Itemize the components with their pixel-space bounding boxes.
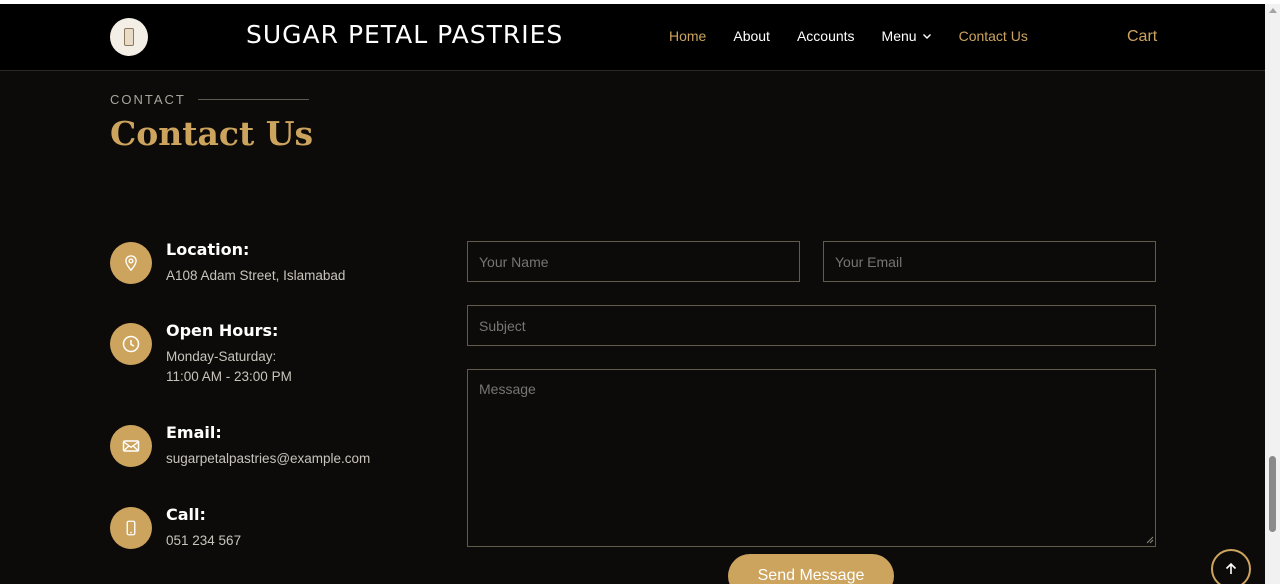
email-address[interactable]: sugarpetalpastries@example.com <box>166 449 370 469</box>
subject-input[interactable] <box>467 305 1156 346</box>
name-input[interactable] <box>467 241 800 282</box>
clock-icon <box>110 323 152 365</box>
cart-link[interactable]: Cart <box>1127 28 1157 46</box>
email-title: Email: <box>166 423 222 442</box>
message-textarea[interactable] <box>467 369 1156 547</box>
section-divider <box>198 99 309 100</box>
scroll-up-arrow-icon[interactable] <box>1269 8 1277 13</box>
resize-grip-icon[interactable] <box>1146 536 1154 544</box>
back-to-top-button[interactable] <box>1211 549 1251 584</box>
envelope-icon <box>110 425 152 467</box>
main-nav: Home About Accounts Menu Contact Us <box>669 28 1055 44</box>
hours-days: Monday-Saturday: <box>166 349 277 364</box>
send-message-button[interactable]: Send Message <box>728 554 894 584</box>
nav-menu[interactable]: Menu <box>882 28 932 44</box>
cake-logo-icon <box>124 28 134 46</box>
page-scrollbar[interactable] <box>1265 4 1280 584</box>
site-logo[interactable] <box>110 18 148 56</box>
nav-menu-label: Menu <box>881 28 917 44</box>
phone-icon <box>110 507 152 549</box>
phone-number[interactable]: 051 234 567 <box>166 531 241 551</box>
location-text: A108 Adam Street, Islamabad <box>166 268 346 283</box>
hours-time: 11:00 AM - 23:00 PM <box>166 369 292 384</box>
chevron-down-icon <box>922 34 931 39</box>
map-pin-icon <box>110 242 152 284</box>
site-title[interactable]: SUGAR PETAL PASTRIES <box>246 20 563 49</box>
location-title: Location: <box>166 240 250 259</box>
nav-about[interactable]: About <box>733 28 770 44</box>
section-eyebrow: CONTACT <box>110 92 186 107</box>
nav-home[interactable]: Home <box>669 28 706 44</box>
hours-title: Open Hours: <box>166 321 279 340</box>
phone-title: Call: <box>166 505 206 524</box>
arrow-up-icon <box>1225 562 1237 574</box>
page-title: Contact Us <box>110 114 314 153</box>
nav-accounts[interactable]: Accounts <box>797 28 855 44</box>
nav-contact[interactable]: Contact Us <box>959 28 1028 44</box>
site-header: SUGAR PETAL PASTRIES Home About Accounts… <box>0 4 1265 71</box>
scrollbar-thumb[interactable] <box>1269 456 1276 532</box>
email-input[interactable] <box>823 241 1156 282</box>
